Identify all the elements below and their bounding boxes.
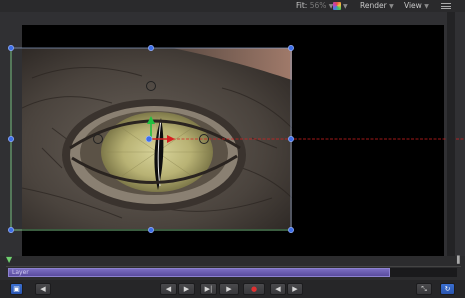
view-label: View [404, 1, 422, 10]
go-to-start-button[interactable]: ◀ [160, 283, 177, 295]
out-point-icon[interactable]: ▌ [457, 256, 462, 264]
previous-marker-button[interactable]: ◀ [35, 283, 51, 295]
timeline-ruler[interactable] [6, 258, 461, 267]
timeline-clip[interactable]: Layer [8, 268, 390, 277]
y-axis-arrow-icon[interactable] [147, 116, 155, 124]
playhead-icon[interactable]: ▼ [6, 256, 12, 264]
expand-icon: ⤡ [421, 285, 427, 293]
transport-bar: ▣ ◀ ◀ ▶ ▶| ▶ ● ◀ ▶ ⤡ ↻ [0, 280, 465, 298]
fullscreen-button[interactable]: ⤡ [416, 283, 432, 295]
x-axis-arrow-icon[interactable] [167, 135, 175, 143]
fit-value: 56% [309, 1, 327, 10]
skip-back-icon: ◀ [165, 285, 172, 293]
play-button[interactable]: ▶ [219, 283, 239, 295]
timeline-empty-region [390, 268, 457, 277]
chevron-right-icon: ▶ [292, 285, 298, 293]
skip-forward-icon: ▶ [183, 285, 190, 293]
go-to-end-button[interactable]: ▶ [178, 283, 195, 295]
record-button[interactable]: ● [243, 283, 265, 295]
chevron-down-icon: ▼ [424, 3, 429, 10]
step-forward-button[interactable]: ▶| [200, 283, 217, 295]
loop-icon: ↻ [444, 285, 451, 293]
clip-label: Layer [12, 269, 29, 276]
fit-label: Fit: [296, 1, 308, 10]
mini-timeline[interactable]: ▼ ▌ Layer [0, 256, 465, 280]
canvas-toolbar: Fit: 56% ▼ ▼ Render ▼ View ▼ [0, 0, 465, 12]
canvas-viewer[interactable] [0, 12, 465, 265]
anchor-point-handle[interactable] [145, 135, 153, 143]
chevron-down-icon: ▼ [389, 3, 394, 10]
chevron-left-icon: ◀ [275, 285, 281, 293]
loop-button[interactable]: ↻ [440, 283, 455, 295]
record-icon: ● [250, 285, 258, 293]
mark-out-button[interactable]: ▶ [287, 283, 303, 295]
canvas-scrollbar[interactable] [447, 12, 455, 256]
step-forward-icon: ▶| [204, 285, 213, 293]
transform-overlay[interactable] [0, 12, 465, 256]
chevron-left-icon: ◀ [40, 285, 46, 293]
color-channels-icon[interactable] [333, 2, 341, 10]
play-icon: ▶ [226, 285, 232, 293]
mark-in-button[interactable]: ◀ [270, 283, 286, 295]
square-icon: ▣ [13, 285, 20, 293]
record-mode-button[interactable]: ▣ [10, 283, 23, 295]
render-label: Render [360, 1, 387, 10]
layout-menu-icon[interactable] [441, 3, 451, 9]
